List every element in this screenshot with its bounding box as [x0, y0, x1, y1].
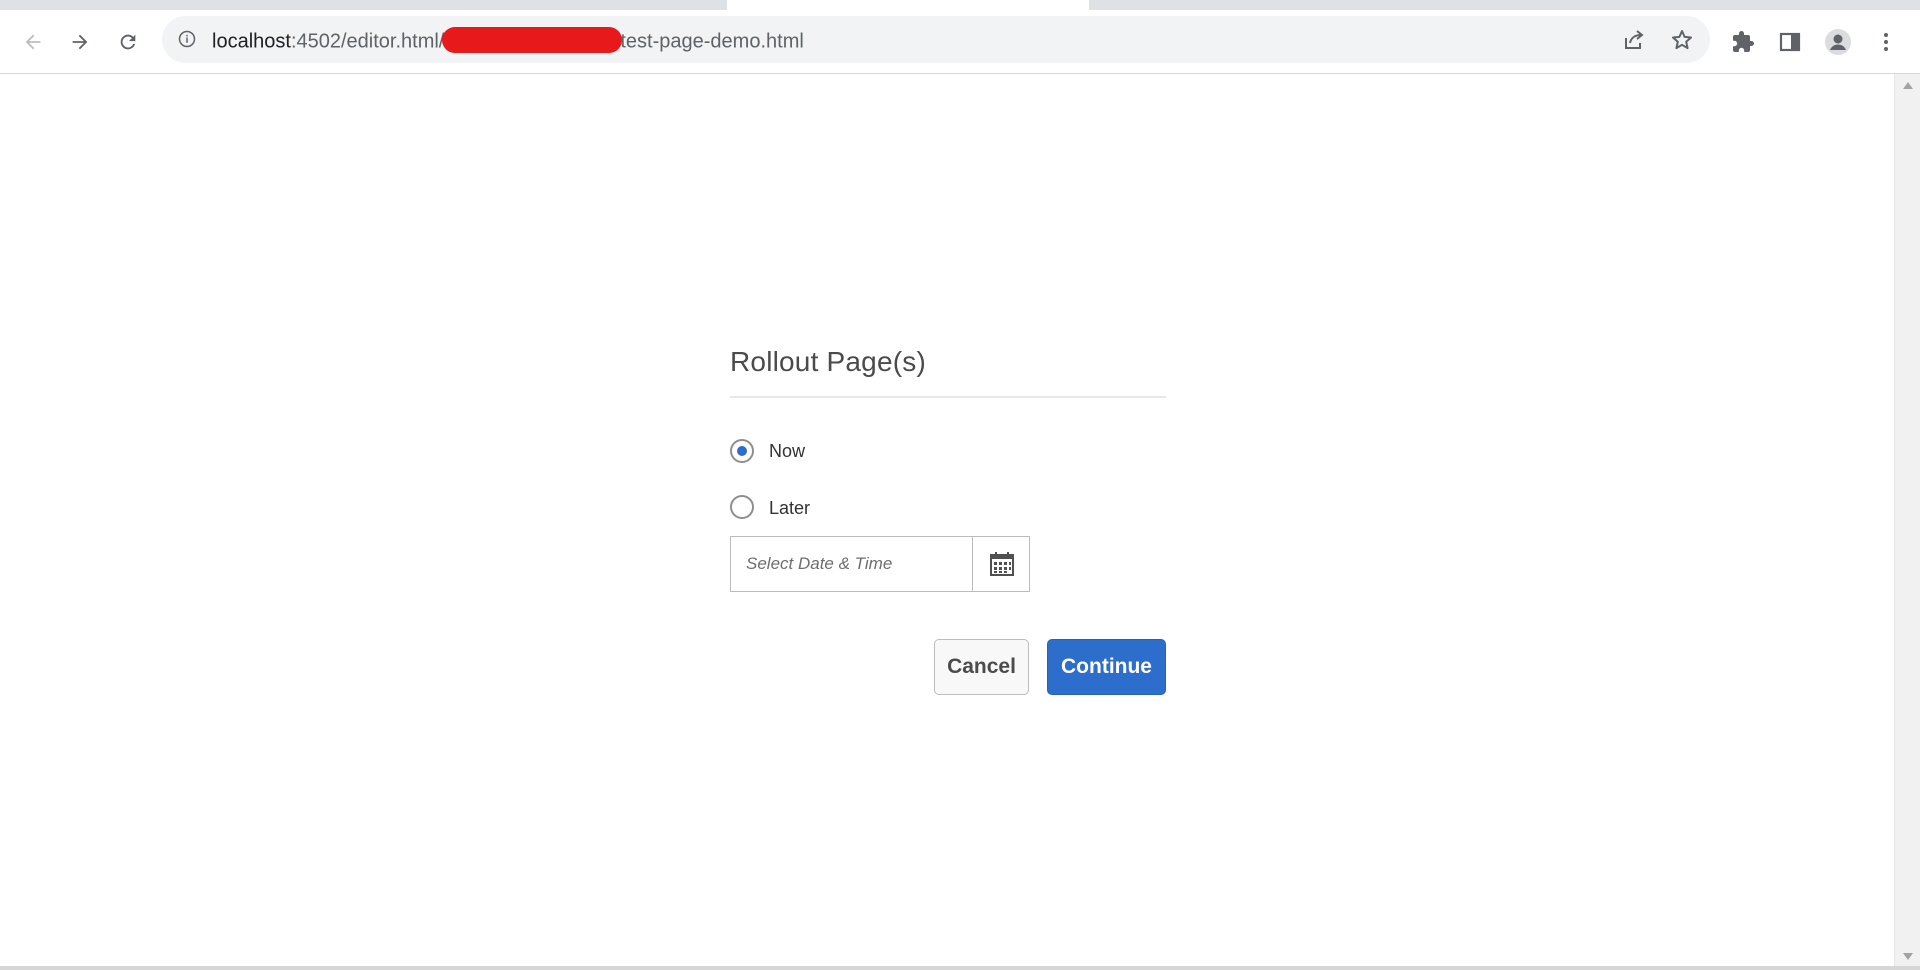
info-icon[interactable]	[178, 30, 196, 48]
active-tab[interactable]	[727, 0, 1089, 10]
rollout-dialog: Rollout Page(s) Now Later Cancel Continu…	[730, 340, 1166, 700]
scroll-up-arrow-icon[interactable]	[1903, 82, 1913, 89]
browser-toolbar: localhost:4502/editor.html/test-page-dem…	[0, 10, 1920, 74]
tab-strip	[0, 0, 1920, 10]
scroll-down-arrow-icon[interactable]	[1903, 953, 1913, 960]
share-icon[interactable]	[1622, 28, 1646, 52]
url-path-start: :4502/editor.html/	[290, 30, 445, 53]
puzzle-piece-icon	[1733, 31, 1754, 52]
profile-button[interactable]	[1824, 28, 1852, 56]
bookmark-star-icon[interactable]	[1670, 28, 1694, 52]
forward-button[interactable]	[65, 27, 95, 57]
url-text[interactable]: localhost:4502/editor.html/test-page-dem…	[212, 27, 804, 55]
side-panel-icon	[1779, 32, 1801, 52]
title-divider	[730, 396, 1166, 398]
url-path-end: test-page-demo.html	[620, 30, 804, 53]
radio-now[interactable]	[730, 439, 754, 463]
cancel-button[interactable]: Cancel	[934, 639, 1029, 695]
back-button[interactable]	[18, 27, 48, 57]
calendar-button[interactable]	[972, 537, 1030, 591]
dialog-title: Rollout Page(s)	[730, 346, 926, 377]
datetime-picker	[730, 536, 1030, 592]
extensions-button[interactable]	[1729, 28, 1757, 56]
radio-later-label[interactable]: Later	[769, 498, 810, 519]
radio-later[interactable]	[730, 495, 754, 519]
arrow-left-icon	[25, 34, 41, 50]
address-bar[interactable]: localhost:4502/editor.html/test-page-dem…	[162, 16, 1710, 63]
side-panel-button[interactable]	[1776, 28, 1804, 56]
window-bottom-edge	[0, 966, 1920, 970]
continue-button[interactable]: Continue	[1047, 639, 1166, 695]
url-host: localhost	[212, 30, 291, 53]
avatar-icon	[1825, 29, 1851, 55]
arrow-right-icon	[72, 34, 88, 50]
reload-icon	[120, 34, 136, 50]
page-scrollbar[interactable]	[1894, 74, 1920, 968]
redaction-mark	[442, 27, 623, 53]
more-vertical-icon	[1884, 33, 1888, 51]
calendar-icon	[989, 552, 1014, 576]
reload-button[interactable]	[113, 27, 143, 57]
datetime-input[interactable]	[731, 537, 973, 591]
browser-menu-button[interactable]	[1872, 28, 1900, 56]
radio-now-label[interactable]: Now	[769, 441, 805, 462]
